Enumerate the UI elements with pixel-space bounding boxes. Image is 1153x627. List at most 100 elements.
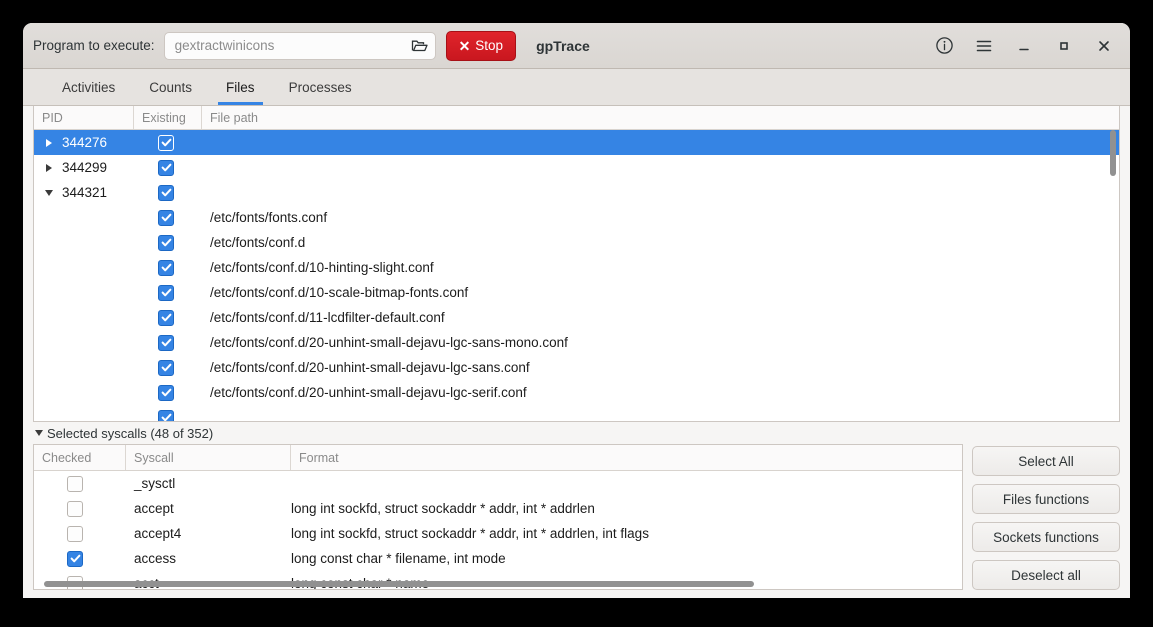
column-header-pid[interactable]: PID [34, 106, 134, 129]
files-tree-cell-existing [134, 259, 202, 276]
files-tree-cell-filepath: /etc/fonts/conf.d/20-unhint-small-dejavu… [210, 360, 530, 375]
files-tree-cell-filepath: /etc/fonts/fonts.conf [210, 210, 328, 225]
syscalls-panel: Selected syscalls (48 of 352) Checked Sy… [23, 422, 1130, 598]
files-tree-cell-filepath: /etc/fonts/conf.d/11-lcdfilter-default.c… [210, 310, 445, 325]
existing-checkbox[interactable] [158, 409, 174, 421]
tab-label: Files [226, 79, 255, 95]
files-tree-row[interactable]: 344321 [34, 180, 1119, 205]
existing-checkbox[interactable] [158, 334, 174, 351]
files-tree-cell-filepath: /etc/fonts/conf.d [210, 235, 306, 250]
info-icon[interactable] [928, 30, 960, 62]
syscall-row[interactable]: accept long int sockfd, struct sockaddr *… [34, 496, 962, 521]
tree-expander-placeholder [42, 336, 56, 350]
existing-checkbox[interactable] [158, 359, 174, 376]
files-tree-cell-pid [34, 261, 134, 275]
tree-expander-expanded-icon[interactable] [42, 186, 56, 200]
tab-counts[interactable]: Counts [132, 69, 209, 105]
tab-label: Activities [62, 79, 116, 95]
tree-expander-placeholder [42, 361, 56, 375]
tab-bar: Activities Counts Files Processes [23, 69, 1130, 106]
syscall-cell-checked [34, 500, 126, 517]
syscall-row[interactable]: _sysctl [34, 471, 962, 496]
existing-checkbox[interactable] [158, 184, 174, 201]
existing-checkbox[interactable] [158, 134, 174, 151]
maximize-icon[interactable] [1048, 30, 1080, 62]
files-tree-row[interactable]: /etc/fonts/conf.d/20-unhint-small-dejavu… [34, 330, 1119, 355]
files-tree-row[interactable]: 344299 [34, 155, 1119, 180]
stop-button-label: Stop [475, 38, 504, 53]
window-title: gpTrace [536, 37, 590, 54]
syscall-cell-checked [34, 525, 126, 542]
existing-checkbox[interactable] [158, 259, 174, 276]
program-input-value: gextractwinicons [174, 38, 275, 53]
files-tree-row[interactable]: /etc/fonts/conf.d/20-unhint-small-dejavu… [34, 355, 1119, 380]
select-all-button[interactable]: Select All [972, 446, 1120, 476]
files-tree-row[interactable] [34, 405, 1119, 421]
files-tree-cell-existing [134, 209, 202, 226]
existing-checkbox[interactable] [158, 309, 174, 326]
existing-checkbox[interactable] [158, 284, 174, 301]
syscalls-panel-header[interactable]: Selected syscalls (48 of 352) [33, 422, 1120, 444]
program-input[interactable]: gextractwinicons [163, 31, 436, 60]
syscall-checkbox[interactable] [67, 475, 83, 492]
tab-activities[interactable]: Activities [45, 69, 132, 105]
files-tree-scrollbar-thumb[interactable] [1110, 130, 1116, 176]
syscall-checkbox[interactable] [67, 550, 83, 567]
syscalls-horizontal-scrollbar[interactable] [44, 581, 954, 587]
minimize-icon[interactable] [1008, 30, 1040, 62]
tree-expander-collapsed-icon[interactable] [42, 161, 56, 175]
program-label: Program to execute: [33, 38, 155, 53]
column-header-format[interactable]: Format [291, 445, 962, 470]
files-tree-row[interactable]: 344276 [34, 130, 1119, 155]
chevron-down-icon[interactable] [35, 430, 43, 436]
files-tree-row[interactable]: /etc/fonts/conf.d/10-scale-bitmap-fonts.… [34, 280, 1119, 305]
files-tree-scrollbar[interactable] [1109, 130, 1117, 421]
syscall-cell-checked [34, 475, 126, 492]
files-tree-cell-existing [134, 234, 202, 251]
syscalls-table: Checked Syscall Format _sysctl accept long… [33, 444, 963, 590]
syscall-checkbox[interactable] [67, 500, 83, 517]
files-tree-row[interactable]: /etc/fonts/fonts.conf [34, 205, 1119, 230]
column-header-filepath[interactable]: File path [202, 106, 1119, 129]
existing-checkbox[interactable] [158, 234, 174, 251]
files-tree-cell-existing [134, 409, 202, 421]
syscall-cell-name: _sysctl [134, 476, 176, 491]
syscalls-horizontal-scrollbar-thumb[interactable] [44, 581, 754, 587]
folder-open-icon[interactable] [411, 37, 429, 55]
files-tree-row[interactable]: /etc/fonts/conf.d/11-lcdfilter-default.c… [34, 305, 1119, 330]
existing-checkbox[interactable] [158, 384, 174, 401]
existing-checkbox[interactable] [158, 209, 174, 226]
tree-expander-collapsed-icon[interactable] [42, 136, 56, 150]
syscall-row[interactable]: accept4 long int sockfd, struct sockaddr … [34, 521, 962, 546]
files-tree-row[interactable]: /etc/fonts/conf.d [34, 230, 1119, 255]
column-header-syscall[interactable]: Syscall [126, 445, 291, 470]
window-close-icon[interactable] [1088, 30, 1120, 62]
column-header-existing[interactable]: Existing [134, 106, 202, 129]
files-tree-cell-existing [134, 159, 202, 176]
files-tree-cell-pid: 344276 [34, 135, 134, 150]
deselect-all-button[interactable]: Deselect all [972, 560, 1120, 590]
files-tree-cell-pid [34, 361, 134, 375]
files-tree-view: PID Existing File path 344276 344299 34432… [33, 106, 1120, 422]
tab-processes[interactable]: Processes [272, 69, 369, 105]
files-tree-row[interactable]: /etc/fonts/conf.d/10-hinting-slight.conf [34, 255, 1119, 280]
tab-files[interactable]: Files [209, 69, 272, 105]
syscalls-action-buttons: Select All Files functions Sockets funct… [972, 444, 1120, 590]
files-functions-button[interactable]: Files functions [972, 484, 1120, 514]
files-tree-pid-value: 344299 [62, 160, 108, 175]
files-tree-header: PID Existing File path [34, 106, 1119, 130]
sockets-functions-button[interactable]: Sockets functions [972, 522, 1120, 552]
syscall-row[interactable]: access long const char * filename, int mo… [34, 546, 962, 571]
tree-expander-placeholder [42, 411, 56, 422]
existing-checkbox[interactable] [158, 159, 174, 176]
syscall-cell-format: long const char * filename, int mode [291, 551, 506, 566]
files-tree-pid-value: 344276 [62, 135, 108, 150]
tree-expander-placeholder [42, 261, 56, 275]
files-tree-row[interactable]: /etc/fonts/conf.d/20-unhint-small-dejavu… [34, 380, 1119, 405]
syscall-checkbox[interactable] [67, 525, 83, 542]
stop-button[interactable]: ✕ Stop [445, 30, 517, 61]
syscall-cell-name: access [134, 551, 177, 566]
hamburger-menu-icon[interactable] [968, 30, 1000, 62]
files-tree-cell-existing [134, 334, 202, 351]
column-header-checked[interactable]: Checked [34, 445, 126, 470]
